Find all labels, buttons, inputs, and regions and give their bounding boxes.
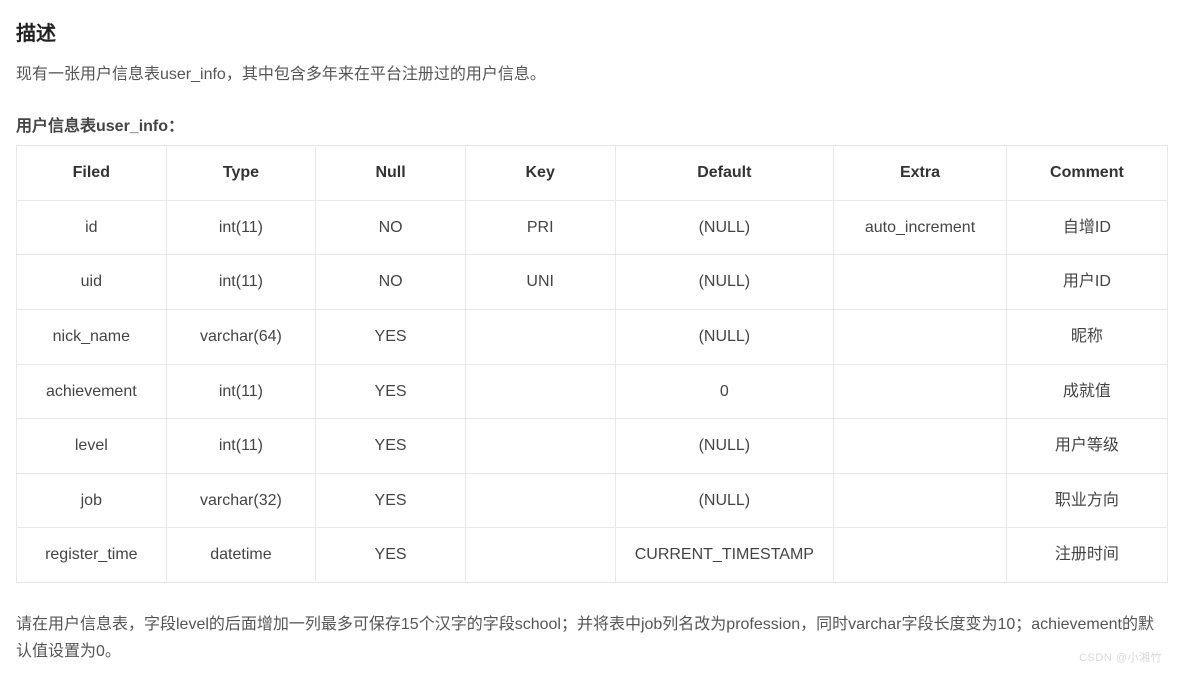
cell-default: (NULL) [615,200,834,255]
cell-extra [834,528,1007,583]
cell-extra: auto_increment [834,200,1007,255]
cell-null: YES [316,309,466,364]
cell-default: (NULL) [615,255,834,310]
cell-filed: id [17,200,167,255]
cell-null: YES [316,364,466,419]
intro-paragraph: 现有一张用户信息表user_info，其中包含多年来在平台注册过的用户信息。 [16,62,1168,88]
col-header-key: Key [465,146,615,201]
table-header-row: Filed Type Null Key Default Extra Commen… [17,146,1168,201]
cell-extra [834,419,1007,474]
table-caption: 用户信息表user_info： [16,114,1168,140]
cell-extra [834,255,1007,310]
cell-null: NO [316,255,466,310]
cell-type: int(11) [166,255,316,310]
cell-comment: 职业方向 [1006,473,1167,528]
cell-key: PRI [465,200,615,255]
cell-filed: uid [17,255,167,310]
cell-default: (NULL) [615,419,834,474]
cell-key [465,309,615,364]
cell-comment: 自增ID [1006,200,1167,255]
cell-extra [834,473,1007,528]
table-row: id int(11) NO PRI (NULL) auto_increment … [17,200,1168,255]
col-header-type: Type [166,146,316,201]
cell-key: UNI [465,255,615,310]
cell-default: 0 [615,364,834,419]
cell-default: (NULL) [615,309,834,364]
user-info-table: Filed Type Null Key Default Extra Commen… [16,145,1168,583]
cell-filed: achievement [17,364,167,419]
cell-type: int(11) [166,200,316,255]
cell-key [465,473,615,528]
cell-null: YES [316,528,466,583]
col-header-null: Null [316,146,466,201]
cell-key [465,364,615,419]
table-row: uid int(11) NO UNI (NULL) 用户ID [17,255,1168,310]
cell-type: varchar(32) [166,473,316,528]
cell-comment: 昵称 [1006,309,1167,364]
cell-comment: 用户ID [1006,255,1167,310]
col-header-default: Default [615,146,834,201]
task-paragraph: 请在用户信息表，字段level的后面增加一列最多可保存15个汉字的字段schoo… [16,611,1168,665]
cell-extra [834,364,1007,419]
section-heading: 描述 [16,18,1168,50]
cell-null: YES [316,473,466,528]
cell-type: int(11) [166,419,316,474]
cell-comment: 用户等级 [1006,419,1167,474]
cell-comment: 成就值 [1006,364,1167,419]
cell-key [465,419,615,474]
table-row: job varchar(32) YES (NULL) 职业方向 [17,473,1168,528]
cell-null: NO [316,200,466,255]
cell-null: YES [316,419,466,474]
cell-type: varchar(64) [166,309,316,364]
cell-comment: 注册时间 [1006,528,1167,583]
table-row: nick_name varchar(64) YES (NULL) 昵称 [17,309,1168,364]
cell-default: (NULL) [615,473,834,528]
cell-filed: job [17,473,167,528]
table-row: level int(11) YES (NULL) 用户等级 [17,419,1168,474]
table-body: id int(11) NO PRI (NULL) auto_increment … [17,200,1168,582]
cell-type: int(11) [166,364,316,419]
cell-key [465,528,615,583]
cell-type: datetime [166,528,316,583]
cell-extra [834,309,1007,364]
cell-filed: register_time [17,528,167,583]
table-row: register_time datetime YES CURRENT_TIMES… [17,528,1168,583]
table-row: achievement int(11) YES 0 成就值 [17,364,1168,419]
cell-filed: level [17,419,167,474]
cell-filed: nick_name [17,309,167,364]
col-header-extra: Extra [834,146,1007,201]
col-header-filed: Filed [17,146,167,201]
col-header-comment: Comment [1006,146,1167,201]
cell-default: CURRENT_TIMESTAMP [615,528,834,583]
